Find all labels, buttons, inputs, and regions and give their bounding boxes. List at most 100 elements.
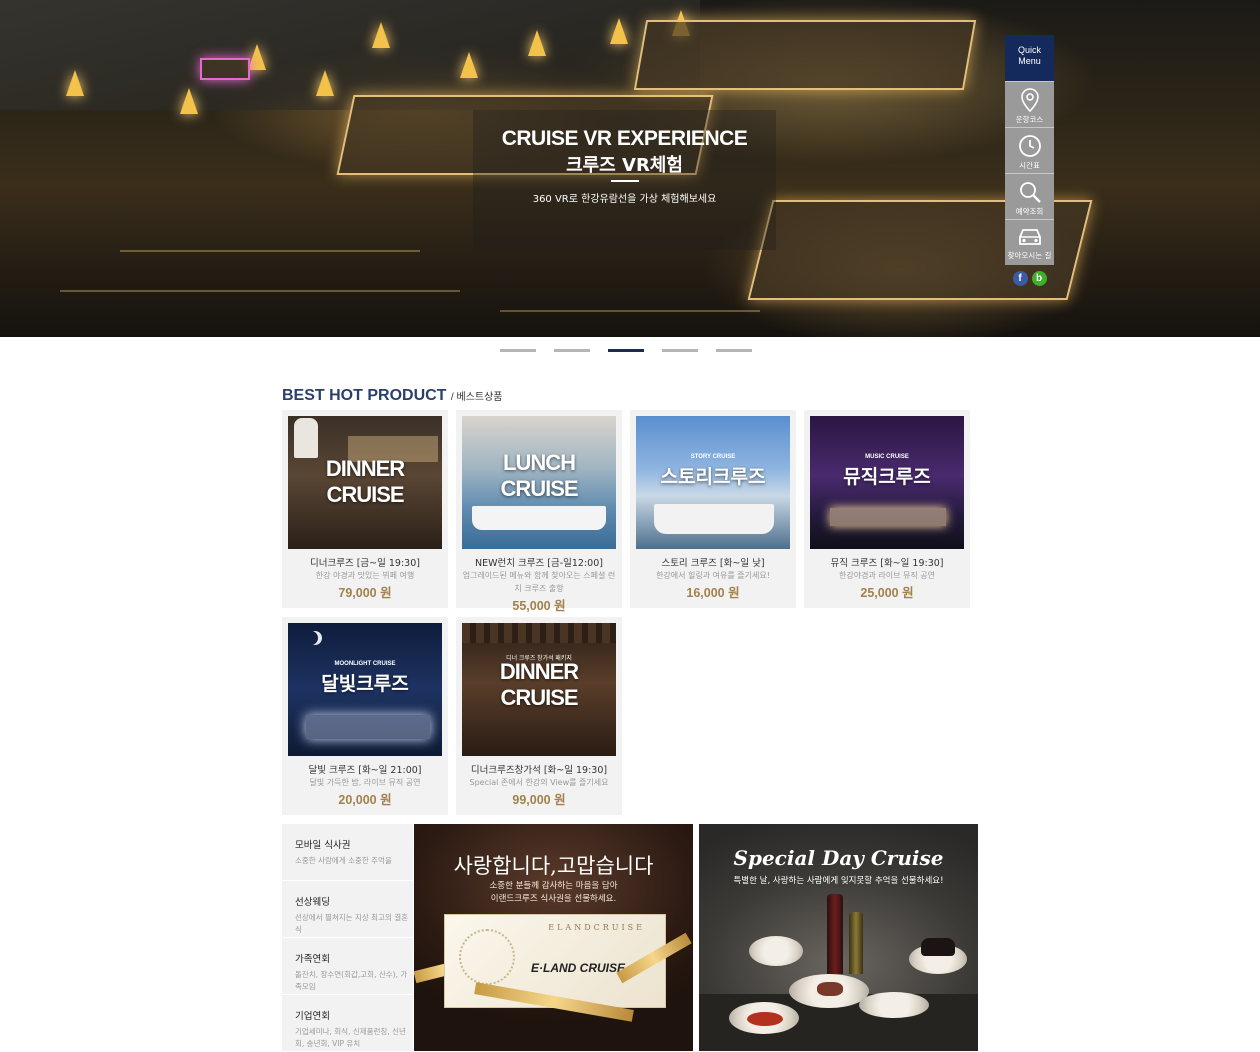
steak bbox=[817, 982, 843, 996]
cruise-ship bbox=[633, 20, 977, 90]
car-icon bbox=[1018, 229, 1041, 245]
thumb-title: DINNER bbox=[325, 456, 405, 481]
ticket-seal bbox=[459, 929, 515, 985]
quick-menu: Quick Menu 운항코스 시간표 예약조회 찾아오시는 길 f b bbox=[1005, 35, 1054, 286]
chef-figure bbox=[294, 418, 318, 458]
product-description: 한강에서 힐링과 여유를 즐기세요! bbox=[656, 571, 770, 580]
quick-menu-label: 예약조회 bbox=[1015, 207, 1044, 216]
side-item-title: 모바일 식사권 bbox=[295, 840, 351, 851]
wine-bottle bbox=[827, 894, 843, 974]
quick-menu-label: 운항코스 bbox=[1015, 115, 1044, 124]
riverside-land bbox=[0, 0, 700, 110]
product-card-story[interactable]: STORY CRUISE 스토리크루즈 스토리 크루즈 [화~일 낮] 한강에서… bbox=[630, 410, 796, 608]
ticket-logo: E·LAND CRUISE bbox=[530, 961, 625, 975]
section-subtitle: / 베스트상품 bbox=[450, 392, 503, 403]
side-item-title: 가족연회 bbox=[295, 954, 330, 965]
quick-menu-title: Quick bbox=[1017, 45, 1041, 55]
cake bbox=[921, 938, 955, 956]
hero-title-en: CRUISE VR EXPERIENCE bbox=[501, 127, 748, 150]
product-description: 달빛 가득한 밤, 라이브 뮤직 공연 bbox=[309, 778, 421, 787]
thumb-title: LUNCH bbox=[503, 450, 576, 475]
special-day-banner[interactable]: Special Day Cruise 특별한 날, 사랑하는 사람에게 잊지못할… bbox=[699, 824, 978, 1051]
product-price: 20,000 원 bbox=[338, 793, 392, 807]
product-card-music[interactable]: MUSIC CRUISE 뮤직크루즈 뮤직 크루즈 [화~일 19:30] 한강… bbox=[804, 410, 970, 608]
banner-subtitle-line: 소중한 분들께 감사하는 마음을 담아 bbox=[489, 881, 618, 891]
product-title[interactable]: 달빛 크루즈 [화~일 21:00] bbox=[282, 762, 448, 776]
ship-hull bbox=[654, 504, 774, 534]
product-thumbnail[interactable]: 디너 크루즈 창가석 패키지 DINNER CRUISE bbox=[462, 623, 616, 756]
section-title: BEST HOT PRODUCT bbox=[282, 387, 447, 404]
product-title[interactable]: 스토리 크루즈 [화~일 낮] bbox=[630, 555, 796, 569]
ship-hull bbox=[472, 506, 606, 530]
product-title[interactable]: 뮤직 크루즈 [화~일 19:30] bbox=[804, 555, 970, 569]
pager-dot[interactable] bbox=[554, 349, 590, 352]
product-price: 99,000 원 bbox=[512, 793, 566, 807]
pager-dot[interactable] bbox=[500, 349, 536, 352]
hero-banner[interactable]: CRUISE VR EXPERIENCE 크루즈 VR체험 360 VR로 한강… bbox=[0, 0, 1260, 337]
side-item-desc: 선상에서 펼쳐지는 지상 최고의 결혼식 bbox=[295, 913, 409, 934]
product-price: 25,000 원 bbox=[860, 586, 914, 600]
social-links: f b bbox=[1005, 271, 1054, 286]
pager-dot-active[interactable] bbox=[608, 349, 644, 352]
ticket-brand: ELANDCRUISE bbox=[548, 923, 645, 932]
side-item-title: 선상웨딩 bbox=[295, 897, 330, 908]
product-card-lunch[interactable]: LUNCH CRUISE NEW런치 크루즈 [금-일12:00] 업그레이드된… bbox=[456, 410, 622, 613]
blog-icon[interactable]: b bbox=[1031, 271, 1047, 286]
ship-lights bbox=[830, 508, 946, 526]
product-card-moonlight[interactable]: MOONLIGHT CRUISE 달빛크루즈 달빛 크루즈 [화~일 21:00… bbox=[282, 617, 448, 815]
side-item-desc: 기업세미나, 회식, 신제품런칭, 신년회, 송년회, VIP 유치 bbox=[295, 1027, 406, 1048]
thumb-subtitle: MOONLIGHT CRUISE bbox=[334, 661, 396, 667]
window-frames bbox=[462, 623, 616, 643]
light-tree bbox=[316, 70, 334, 96]
product-card-dinner[interactable]: DINNER CRUISE 디너크루즈 [금~일 19:30] 한강 야경과 맛… bbox=[282, 410, 448, 608]
quick-menu-timetable[interactable]: 시간표 bbox=[1005, 127, 1054, 173]
quick-menu-title: Menu bbox=[1018, 56, 1041, 66]
facebook-icon[interactable]: f bbox=[1012, 271, 1028, 286]
lobster bbox=[747, 1012, 783, 1026]
neon-sign bbox=[200, 58, 250, 80]
hero-pager bbox=[500, 349, 752, 352]
quick-menu-directions[interactable]: 찾아오시는 길 bbox=[1005, 219, 1054, 265]
product-card-dinner-window[interactable]: 디너 크루즈 창가석 패키지 DINNER CRUISE 디너크루즈창가석 [화… bbox=[456, 617, 622, 815]
product-thumbnail[interactable]: LUNCH CRUISE bbox=[462, 416, 616, 549]
hero-subtitle: 360 VR로 한강유람선을 가상 체험해보세요 bbox=[532, 194, 717, 205]
ship-lights bbox=[306, 715, 430, 739]
quick-menu-reservation[interactable]: 예약조회 bbox=[1005, 173, 1054, 219]
product-description: 한강 야경과 맛있는 뷔페 여행 bbox=[315, 571, 415, 580]
service-side-menu: 모바일 식사권 소중한 사람에게 소중한 추억을 선상웨딩 선상에서 펼쳐지는 … bbox=[282, 824, 413, 1052]
side-item-mobile-voucher[interactable]: 모바일 식사권 소중한 사람에게 소중한 추억을 bbox=[282, 824, 413, 881]
product-thumbnail[interactable]: MOONLIGHT CRUISE 달빛크루즈 bbox=[288, 623, 442, 756]
hero-title-ko: 크루즈 VR체험 bbox=[566, 155, 683, 176]
thumb-subtitle: STORY CRUISE bbox=[690, 454, 736, 460]
product-thumbnail[interactable]: DINNER CRUISE bbox=[288, 416, 442, 549]
product-thumbnail[interactable]: MUSIC CRUISE 뮤직크루즈 bbox=[810, 416, 964, 549]
side-item-desc: 돌잔치, 장수연(회갑,고희, 산수), 가족모임 bbox=[295, 970, 408, 991]
pager-dot[interactable] bbox=[662, 349, 698, 352]
side-item-corporate-party[interactable]: 기업연회 기업세미나, 회식, 신제품런칭, 신년회, 송년회, VIP 유치 bbox=[282, 995, 413, 1052]
product-title[interactable]: NEW런치 크루즈 [금-일12:00] bbox=[456, 555, 622, 569]
product-title[interactable]: 디너크루즈 [금~일 19:30] bbox=[282, 555, 448, 569]
side-item-family-party[interactable]: 가족연회 돌잔치, 장수연(회갑,고희, 산수), 가족모임 bbox=[282, 938, 413, 995]
product-price: 79,000 원 bbox=[338, 586, 392, 600]
moon bbox=[304, 631, 318, 645]
thumb-title: CRUISE bbox=[326, 482, 404, 507]
quick-menu-label: 찾아오시는 길 bbox=[1007, 251, 1052, 260]
banner-title: Special Day Cruise bbox=[733, 846, 944, 870]
product-title[interactable]: 디너크루즈창가석 [화~일 19:30] bbox=[456, 762, 622, 776]
thumb-title: 달빛크루즈 bbox=[321, 673, 409, 695]
clock-icon bbox=[1018, 135, 1041, 157]
light-tree bbox=[610, 18, 628, 44]
pager-dot[interactable] bbox=[716, 349, 752, 352]
quick-menu-route[interactable]: 운항코스 bbox=[1005, 81, 1054, 127]
thumb-title: 스토리크루즈 bbox=[660, 466, 766, 488]
light-tree bbox=[460, 52, 478, 78]
location-pin-icon bbox=[1020, 88, 1039, 112]
side-item-wedding[interactable]: 선상웨딩 선상에서 펼쳐지는 지상 최고의 결혼식 bbox=[282, 881, 413, 938]
water-reflection bbox=[500, 310, 760, 312]
water-reflection bbox=[120, 250, 420, 252]
best-product-heading: BEST HOT PRODUCT / 베스트상품 bbox=[282, 387, 502, 405]
gift-voucher-banner[interactable]: 사랑합니다,고맙습니다 소중한 분들께 감사하는 마음을 담아 이랜드크루즈 식… bbox=[414, 824, 693, 1051]
banner-subtitle: 특별한 날, 사랑하는 사람에게 잊지못할 추억을 선물하세요! bbox=[733, 876, 944, 886]
product-thumbnail[interactable]: STORY CRUISE 스토리크루즈 bbox=[636, 416, 790, 549]
product-price: 16,000 원 bbox=[686, 586, 740, 600]
